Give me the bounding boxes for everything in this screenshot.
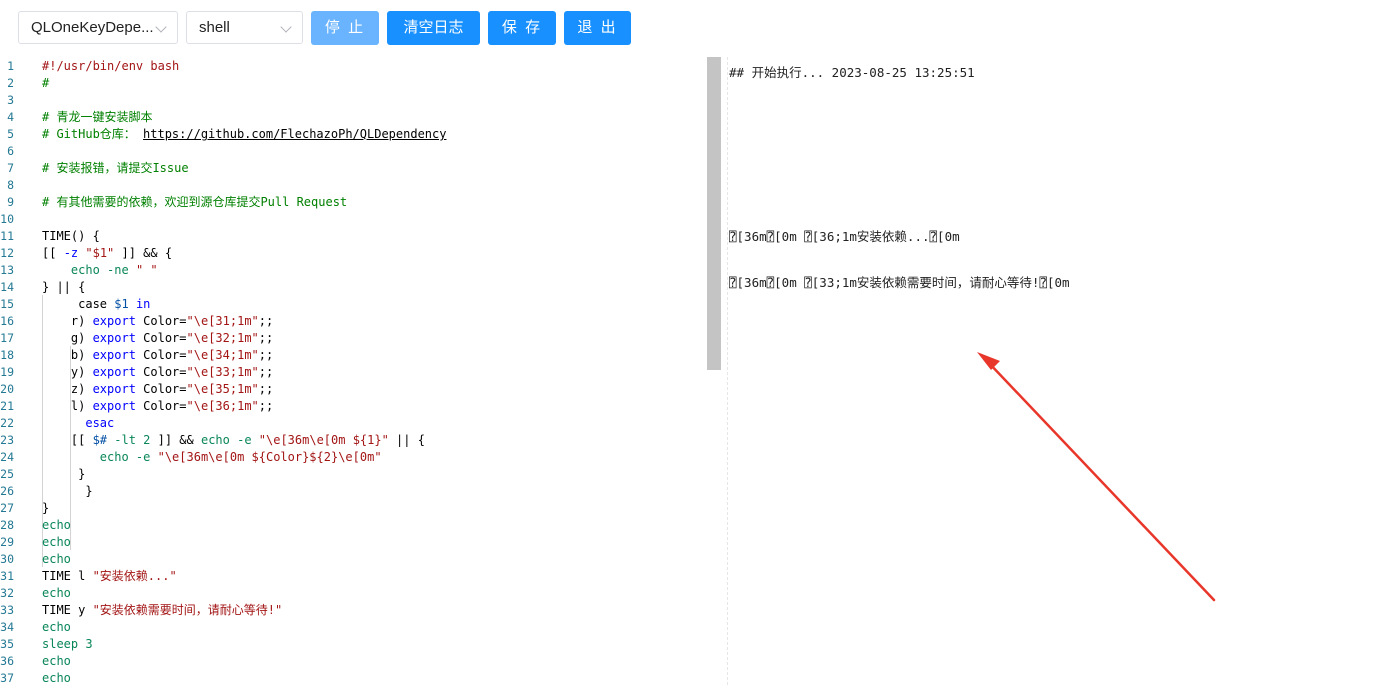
annotation-arrow-icon [977,352,1216,602]
